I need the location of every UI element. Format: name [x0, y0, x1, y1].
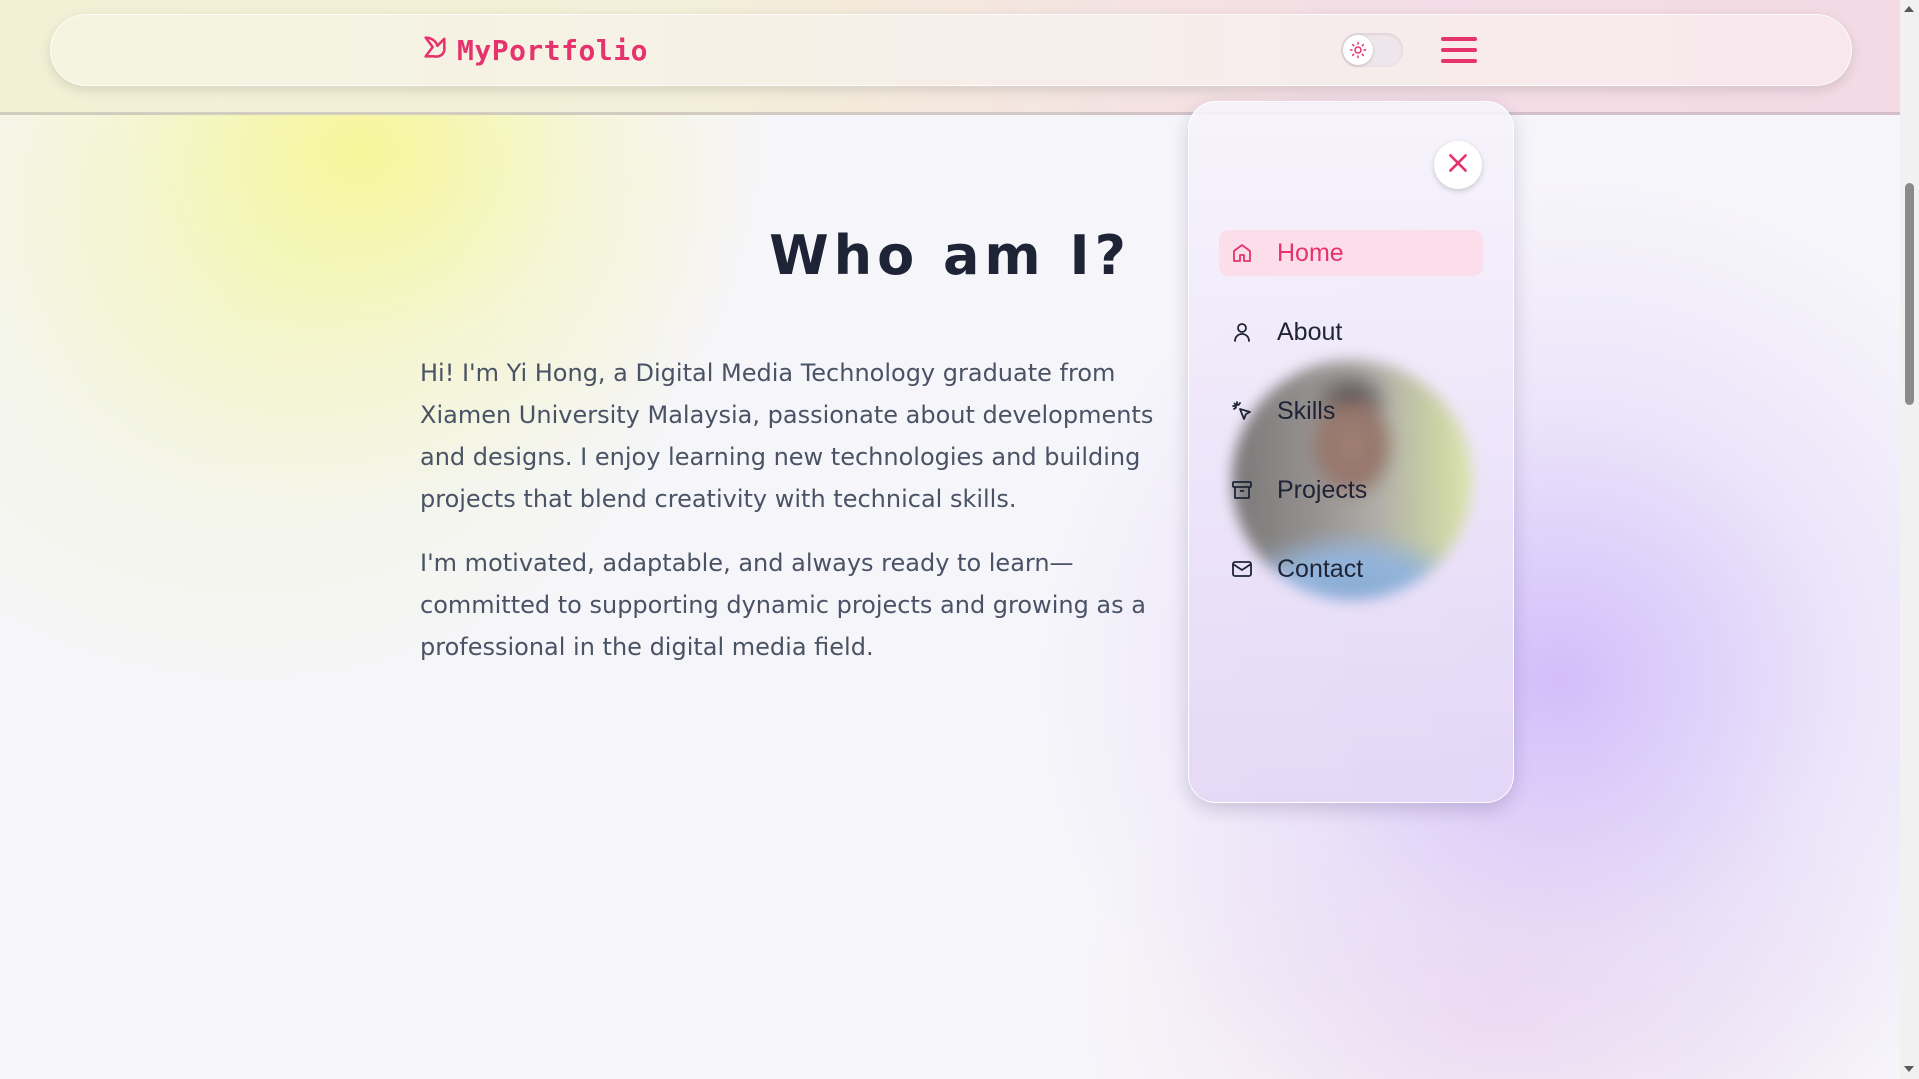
close-icon	[1445, 150, 1471, 180]
brand-logo-link[interactable]: MyPortfolio	[421, 15, 648, 85]
about-paragraph-2: I'm motivated, adaptable, and always rea…	[420, 549, 1146, 661]
menu-item-label: Skills	[1277, 396, 1336, 425]
page-background	[0, 0, 1900, 1079]
mobile-menu-panel: Home About Skills Projects Contact	[1188, 101, 1514, 803]
about-paragraph-1: Hi! I'm Yi Hong, a Digital Media Technol…	[420, 359, 1154, 513]
menu-item-about[interactable]: About	[1219, 309, 1483, 355]
menu-item-home[interactable]: Home	[1219, 230, 1483, 276]
cursor-click-icon	[1229, 398, 1255, 424]
hamburger-menu-icon[interactable]	[1441, 34, 1477, 66]
scrollbar-thumb[interactable]	[1905, 183, 1914, 405]
user-icon	[1229, 319, 1255, 345]
scroll-up-arrow-icon[interactable]	[1904, 6, 1914, 12]
menu-item-contact[interactable]: Contact	[1219, 546, 1483, 592]
menu-item-label: Contact	[1277, 554, 1364, 583]
menu-item-projects[interactable]: Projects	[1219, 467, 1483, 513]
scroll-down-arrow-icon[interactable]	[1904, 1066, 1914, 1072]
menu-item-skills[interactable]: Skills	[1219, 388, 1483, 434]
menu-item-label: Home	[1277, 238, 1344, 267]
mail-icon	[1229, 556, 1255, 582]
menu-list: Home About Skills Projects Contact	[1219, 230, 1483, 625]
page-scrollbar[interactable]	[1900, 0, 1919, 1079]
theme-toggle[interactable]	[1341, 33, 1403, 67]
navbar: MyPortfolio	[50, 14, 1852, 86]
menu-item-label: About	[1277, 317, 1343, 346]
home-icon	[1229, 240, 1255, 266]
menu-item-label: Projects	[1277, 475, 1368, 504]
archive-icon	[1229, 477, 1255, 503]
close-menu-button[interactable]	[1434, 141, 1482, 189]
bird-logo-icon	[421, 33, 449, 68]
sun-icon	[1343, 35, 1373, 65]
brand-name: MyPortfolio	[457, 33, 648, 67]
